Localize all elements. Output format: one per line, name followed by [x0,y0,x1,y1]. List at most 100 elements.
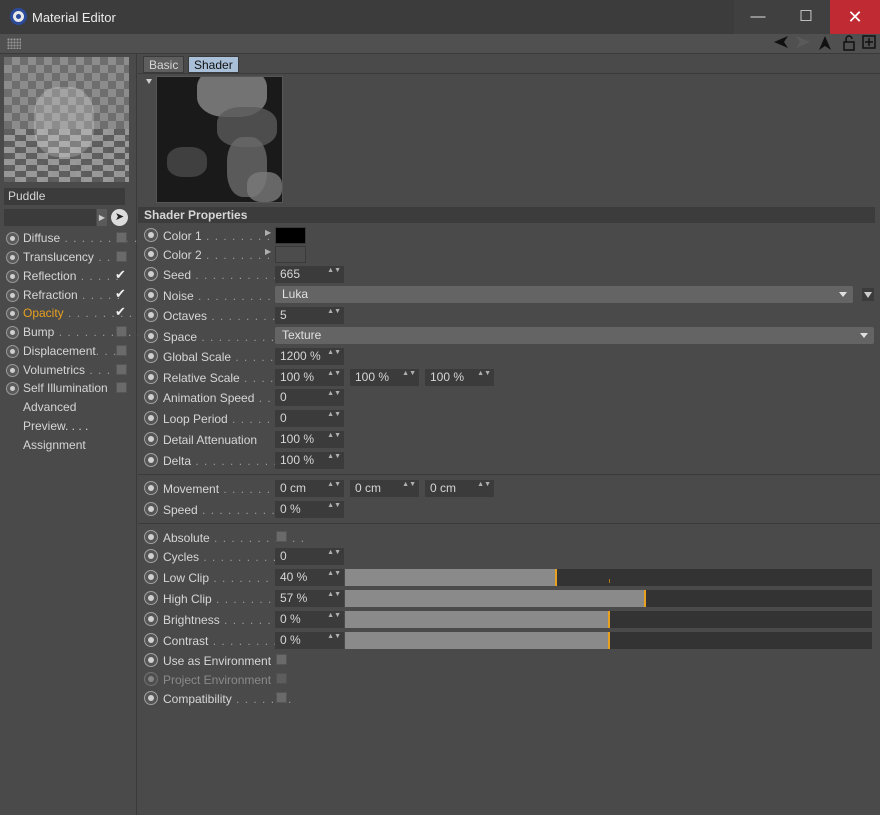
channel-translucency[interactable]: Translucency . . . [4,248,132,266]
spinner-icon[interactable]: ▲▼ [327,431,341,440]
spinner-icon[interactable]: ▲▼ [327,452,341,461]
pick-cursor-icon[interactable]: ➤ [111,209,128,226]
channel-filter-input[interactable] [4,209,96,226]
slider-handle[interactable] [608,632,610,649]
arrow-up-icon[interactable] [816,35,834,53]
checkmark-icon[interactable]: ✔ [115,267,126,283]
channel-checkbox[interactable] [116,326,127,337]
radio-icon[interactable] [144,653,158,667]
brightness-input[interactable]: 0 % ▲▼ [275,611,344,628]
channel-refraction[interactable]: Refraction . . . . . ✔ [4,286,132,304]
radio-icon[interactable] [144,228,158,242]
collapse-arrow-icon[interactable] [146,79,152,84]
material-name-field[interactable]: Puddle [4,188,125,205]
absolute-checkbox[interactable] [276,531,287,542]
minimize-button[interactable]: — [734,0,782,34]
global-scale-input[interactable]: 1200 % ▲▼ [275,348,344,365]
radio-icon[interactable] [144,247,158,261]
slider-handle[interactable] [608,611,610,628]
relative-scale-y-input[interactable]: 100 % ▲▼ [350,369,419,386]
radio-icon[interactable] [144,481,158,495]
spinner-icon[interactable]: ▲▼ [327,410,341,419]
color2-swatch[interactable] [275,246,306,263]
relative-scale-x-input[interactable]: 100 % ▲▼ [275,369,344,386]
animation-speed-input[interactable]: 0 ▲▼ [275,389,344,406]
spinner-icon[interactable]: ▲▼ [327,548,341,557]
radio-icon[interactable] [144,267,158,281]
radio-icon[interactable] [144,570,158,584]
movement-z-input[interactable]: 0 cm ▲▼ [425,480,494,497]
delta-input[interactable]: 100 % ▲▼ [275,452,344,469]
high-clip-input[interactable]: 57 % ▲▼ [275,590,344,607]
spinner-icon[interactable]: ▲▼ [402,480,416,489]
spinner-icon[interactable]: ▲▼ [327,307,341,316]
radio-icon[interactable] [144,370,158,384]
spinner-icon[interactable]: ▲▼ [477,480,491,489]
radio-icon[interactable] [144,453,158,467]
spinner-icon[interactable]: ▲▼ [327,590,341,599]
checkmark-icon[interactable]: ✔ [115,286,126,302]
seed-input[interactable]: 665 ▲▼ [275,266,344,283]
tab-shader[interactable]: Shader [188,56,239,73]
spinner-icon[interactable]: ▲▼ [477,369,491,378]
high-clip-slider[interactable] [345,590,872,607]
spinner-icon[interactable]: ▲▼ [327,389,341,398]
spinner-icon[interactable]: ▲▼ [327,501,341,510]
radio-icon[interactable] [144,390,158,404]
radio-icon[interactable] [144,502,158,516]
spinner-icon[interactable]: ▲▼ [327,369,341,378]
nav-preview[interactable]: Preview. . . . [23,419,88,433]
channel-opacity[interactable]: Opacity . . . . . . . . ✔ [4,304,132,322]
brightness-slider[interactable] [345,611,872,628]
radio-icon[interactable] [144,633,158,647]
channel-diffuse[interactable]: Diffuse . . . . . . . . . [4,229,137,247]
channel-bump[interactable]: Bump . . . . . . . . . . [4,323,140,341]
contrast-input[interactable]: 0 % ▲▼ [275,632,344,649]
movement-y-input[interactable]: 0 cm ▲▼ [350,480,419,497]
shader-preview[interactable] [156,76,283,203]
use-env-checkbox[interactable] [276,654,287,665]
channel-reflection[interactable]: Reflection . . . . . ✔ [4,267,132,285]
spinner-icon[interactable]: ▲▼ [327,480,341,489]
channel-checkbox[interactable] [116,364,127,375]
detail-attenuation-input[interactable]: 100 % ▲▼ [275,431,344,448]
loop-period-input[interactable]: 0 ▲▼ [275,410,344,427]
arrow-right-icon[interactable] [794,35,812,53]
low-clip-input[interactable]: 40 % ▲▼ [275,569,344,586]
channel-checkbox[interactable] [116,251,127,262]
grip-handle[interactable] [7,38,21,49]
cycles-input[interactable]: 0 ▲▼ [275,548,344,565]
arrow-left-icon[interactable] [772,35,790,53]
radio-icon[interactable] [144,432,158,446]
spinner-icon[interactable]: ▲▼ [327,632,341,641]
channel-displacement[interactable]: Displacement. . . [4,342,132,360]
octaves-input[interactable]: 5 ▲▼ [275,307,344,324]
spinner-icon[interactable]: ▲▼ [327,611,341,620]
close-button[interactable]: ✕ [830,0,880,34]
expand-arrow-icon[interactable]: ▶ [265,247,271,256]
add-window-icon[interactable] [860,35,878,53]
spinner-icon[interactable]: ▲▼ [327,266,341,275]
radio-icon[interactable] [144,549,158,563]
nav-assignment[interactable]: Assignment [23,438,86,452]
radio-icon[interactable] [144,591,158,605]
maximize-button[interactable]: ☐ [782,0,830,34]
radio-icon[interactable] [144,530,158,544]
radio-icon[interactable] [144,612,158,626]
radio-icon[interactable] [144,288,158,302]
expand-arrow-icon[interactable]: ▶ [265,228,271,237]
nav-advanced[interactable]: Advanced [23,400,76,414]
low-clip-slider[interactable] [345,569,872,586]
radio-icon[interactable] [144,411,158,425]
channel-checkbox[interactable] [116,232,127,243]
spinner-icon[interactable]: ▲▼ [402,369,416,378]
spinner-icon[interactable]: ▲▼ [327,569,341,578]
slider-handle[interactable] [644,590,646,607]
space-dropdown[interactable]: Texture [275,327,874,344]
channel-volumetrics[interactable]: Volumetrics . . . . [4,361,132,379]
tab-basic[interactable]: Basic [143,56,185,73]
relative-scale-z-input[interactable]: 100 % ▲▼ [425,369,494,386]
noise-dropdown[interactable]: Luka [275,286,853,303]
slider-handle[interactable] [555,569,557,586]
color1-swatch[interactable] [275,227,306,244]
